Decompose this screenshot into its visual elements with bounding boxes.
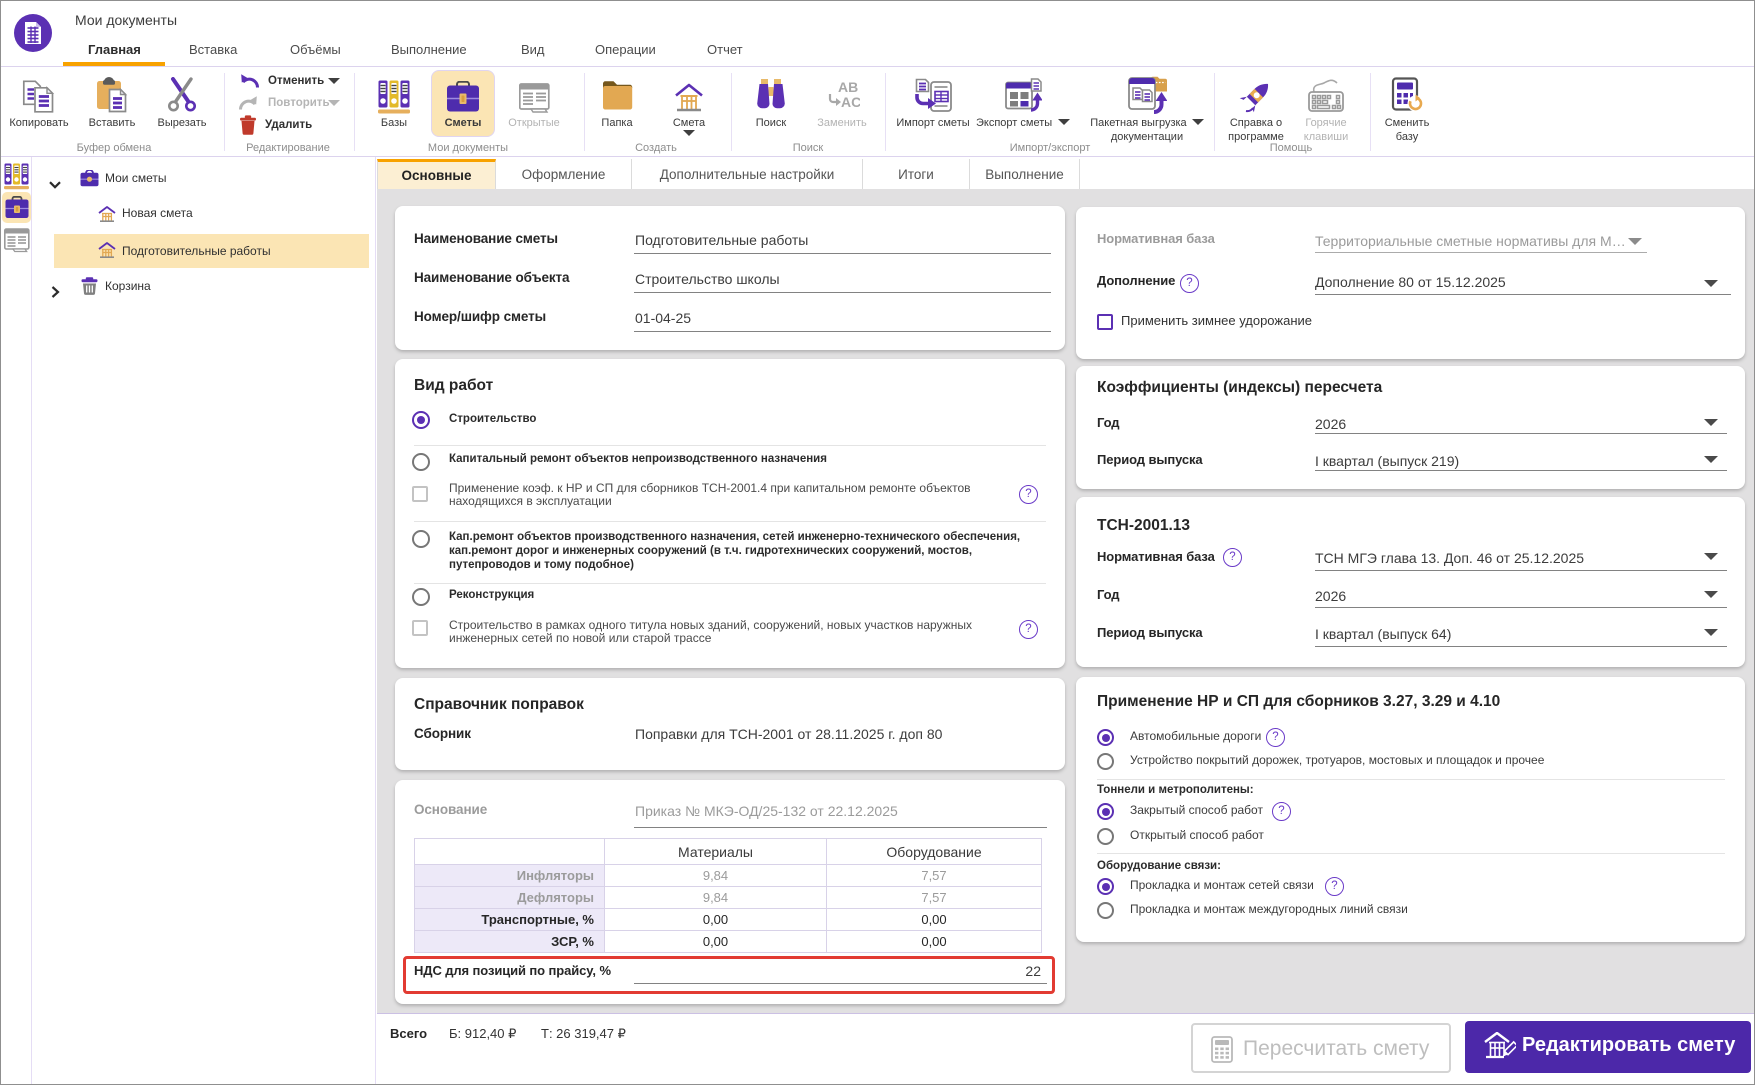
svg-text:AC: AC — [841, 94, 860, 110]
svg-text:AB: AB — [838, 80, 858, 95]
